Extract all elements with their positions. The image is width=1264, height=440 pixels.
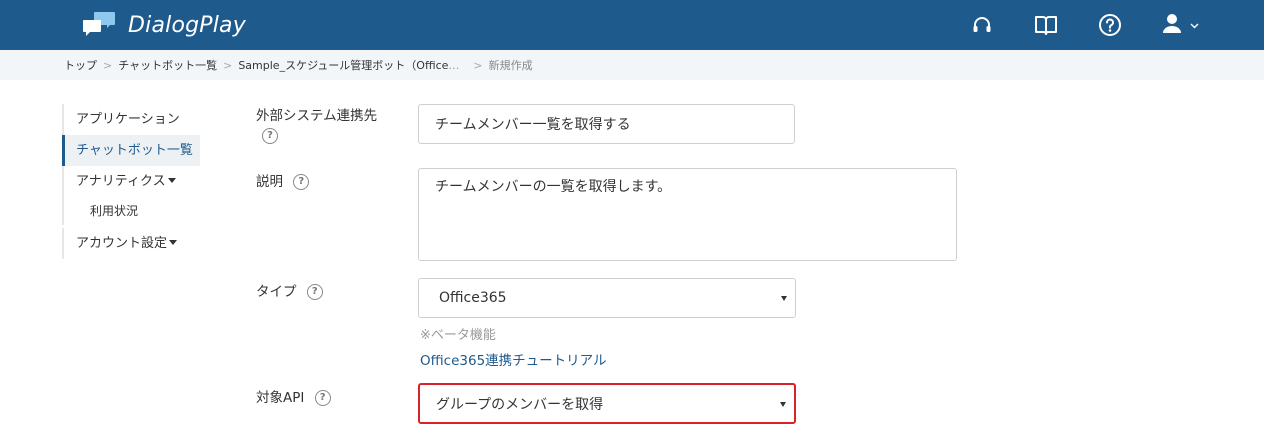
breadcrumb-separator: > <box>103 58 113 72</box>
sidebar-subitem-usage[interactable]: 利用状況 <box>62 197 222 225</box>
book-icon[interactable] <box>1032 11 1060 39</box>
sidebar-item-analytics[interactable]: アナリティクス <box>62 166 222 197</box>
help-circle-icon[interactable] <box>1096 11 1124 39</box>
user-menu[interactable] <box>1160 11 1199 39</box>
sidebar-item-chatbot-list[interactable]: チャットボット一覧 <box>62 135 200 166</box>
target-api-select[interactable]: グループのメンバーを取得 <box>418 383 796 424</box>
breadcrumb-chatbot-list[interactable]: チャットボット一覧 <box>118 57 217 73</box>
chat-bubbles-logo-icon <box>82 11 116 39</box>
sidebar-nav: アプリケーション チャットボット一覧 アナリティクス 利用状況 アカウント設定 <box>62 104 222 259</box>
help-icon[interactable]: ? <box>306 284 323 300</box>
caret-down-icon <box>167 178 176 183</box>
field-label: タイプ <box>256 284 297 300</box>
help-icon[interactable]: ? <box>262 128 278 144</box>
breadcrumb-current: 新規作成 <box>488 59 533 72</box>
breadcrumb-separator: > <box>223 58 233 72</box>
target-api-label: 対象API ? <box>256 386 331 406</box>
help-icon[interactable]: ? <box>293 174 310 190</box>
breadcrumb: トップ > チャットボット一覧 > Sample_スケジュール管理ボット（Off… <box>0 50 1264 80</box>
description-label: 説明 ? <box>256 170 310 190</box>
app-name: DialogPlay <box>128 12 246 38</box>
breadcrumb-ellipsis: … <box>448 58 460 72</box>
breadcrumb-sample-bot[interactable]: Sample_スケジュール管理ボット（Office <box>238 57 448 73</box>
type-select-value: Office365 <box>439 290 507 306</box>
dropdown-arrow-icon <box>781 296 787 301</box>
user-icon <box>1160 11 1184 39</box>
sidebar-item-account-settings[interactable]: アカウント設定 <box>62 228 222 259</box>
type-select[interactable]: Office365 <box>418 278 796 318</box>
top-navbar: DialogPlay <box>0 0 1264 50</box>
field-label: 説明 <box>256 174 283 190</box>
breadcrumb-separator: > <box>473 58 483 72</box>
sidebar-item-label: アナリティクス <box>76 174 166 189</box>
caret-down-icon <box>169 240 178 245</box>
field-label: 外部システム連携先 <box>256 108 378 124</box>
office365-tutorial-link[interactable]: Office365連携チュートリアル <box>420 349 607 369</box>
target-api-select-value: グループのメンバーを取得 <box>436 396 604 413</box>
field-label: 対象API <box>256 390 305 406</box>
beta-note: ※ベータ機能 <box>420 328 496 343</box>
headset-icon[interactable] <box>968 11 996 39</box>
sidebar-item-label: アカウント設定 <box>76 236 168 251</box>
help-icon[interactable]: ? <box>314 390 331 406</box>
sidebar-item-applications[interactable]: アプリケーション <box>62 104 222 135</box>
external-system-input[interactable] <box>418 104 795 144</box>
dropdown-arrow-icon <box>780 402 786 407</box>
brand[interactable]: DialogPlay <box>82 10 246 40</box>
description-textarea[interactable]: チームメンバーの一覧を取得します。 <box>418 168 957 261</box>
type-label: タイプ ? <box>256 280 323 300</box>
chevron-down-icon <box>1190 17 1199 33</box>
breadcrumb-top[interactable]: トップ <box>64 57 97 73</box>
external-system-label: 外部システム連携先 ? <box>256 104 377 144</box>
